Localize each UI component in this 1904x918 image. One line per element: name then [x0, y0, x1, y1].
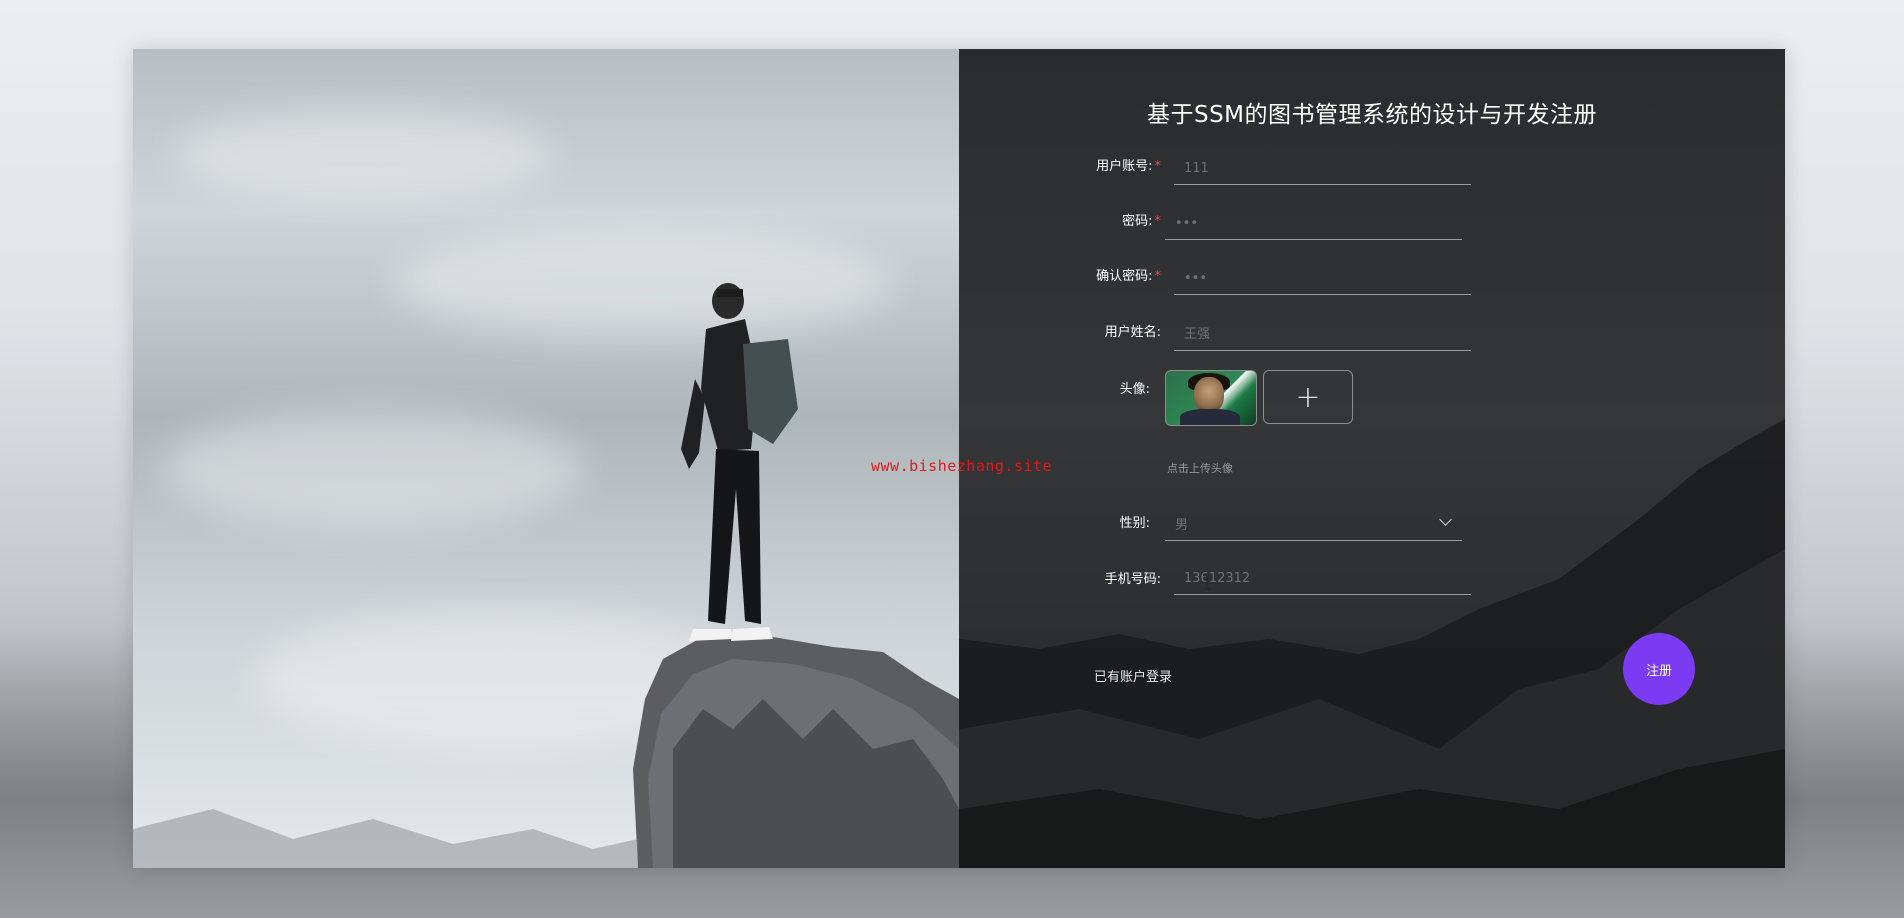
plus-icon: +	[1295, 379, 1321, 415]
gender-label: 性别:	[1119, 516, 1150, 531]
phone-label: 手机号码:	[1104, 572, 1161, 587]
username-input[interactable]	[1174, 319, 1471, 351]
hiker-on-cliff-illustration	[133, 283, 959, 868]
confirm-password-input[interactable]	[1174, 263, 1471, 295]
avatar-upload-hint: 点击上传头像	[1167, 462, 1233, 475]
confirm-password-label: 确认密码: *	[1096, 269, 1162, 284]
gender-select[interactable]: 男	[1165, 505, 1462, 541]
password-row: 密码: *	[1050, 210, 1161, 250]
avatar-upload-button[interactable]: +	[1263, 370, 1353, 424]
confirm-password-row: 确认密码: *	[1050, 265, 1161, 305]
register-button[interactable]: 注册	[1623, 633, 1695, 705]
avatar-preview-image[interactable]	[1165, 370, 1257, 426]
required-mark: *	[1154, 269, 1162, 284]
hero-photo-panel	[133, 49, 959, 868]
login-link[interactable]: 已有账户登录	[1094, 666, 1172, 685]
account-row: 用户账号: *	[1050, 155, 1161, 195]
avatar-row: 头像:	[1050, 378, 1150, 418]
username-label: 用户姓名:	[1104, 325, 1161, 340]
account-input[interactable]	[1174, 153, 1471, 185]
chevron-down-icon	[1439, 513, 1452, 526]
watermark-text: www.bishezhang.site	[871, 457, 1053, 475]
text-cursor-icon	[1203, 574, 1211, 590]
avatar-label: 头像:	[1119, 382, 1150, 397]
gender-row: 性别:	[1050, 512, 1150, 552]
required-mark: *	[1154, 214, 1162, 229]
page-title: 基于SSM的图书管理系统的设计与开发注册	[1146, 102, 1598, 128]
account-label: 用户账号: *	[1096, 159, 1162, 174]
password-label: 密码: *	[1122, 214, 1162, 229]
phone-row: 手机号码:	[1050, 568, 1161, 608]
password-input[interactable]	[1165, 208, 1462, 240]
gender-selected-value: 男	[1175, 518, 1189, 533]
required-mark: *	[1154, 159, 1162, 174]
username-row: 用户姓名:	[1050, 321, 1161, 361]
phone-input[interactable]	[1174, 563, 1471, 595]
